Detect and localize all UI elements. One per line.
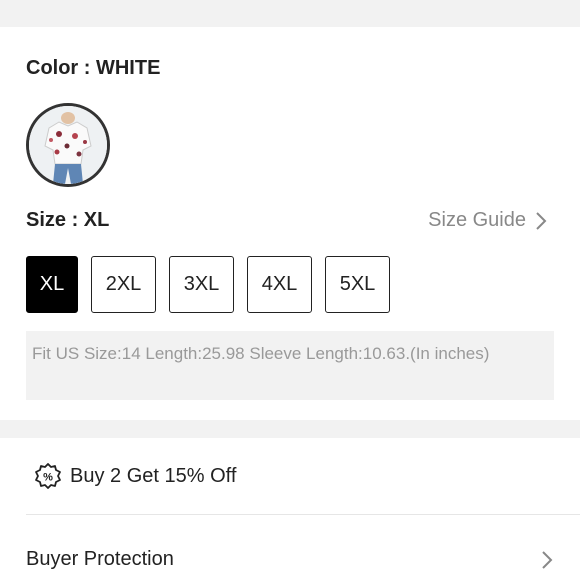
buyer-protection-label: Buyer Protection	[26, 548, 174, 570]
promo-row[interactable]: % Buy 2 Get 15% Off	[34, 462, 236, 490]
size-title: Size : XL	[26, 209, 110, 231]
floral-blouse-thumbnail	[29, 106, 107, 184]
color-swatch-white[interactable]	[26, 103, 110, 187]
size-option-xl[interactable]: XL	[26, 256, 78, 313]
size-guide-label: Size Guide	[428, 209, 526, 231]
svg-text:%: %	[43, 472, 53, 484]
size-guide-link[interactable]: Size Guide	[428, 209, 548, 232]
promo-label: Buy 2 Get 15% Off	[70, 464, 237, 487]
fit-info: Fit US Size:14 Length:25.98 Sleeve Lengt…	[26, 331, 554, 400]
size-option-3xl[interactable]: 3XL	[169, 256, 234, 313]
divider	[26, 514, 580, 515]
color-title: Color : WHITE	[26, 57, 161, 79]
product-options-panel: Color : WHITE Size : XL Size Guide XL 2X…	[0, 0, 580, 580]
size-option-2xl[interactable]: 2XL	[91, 256, 156, 313]
section-gap	[0, 420, 580, 438]
chevron-right-icon	[542, 550, 553, 569]
percent-badge-icon: %	[35, 463, 61, 489]
buyer-protection-row[interactable]: Buyer Protection	[26, 548, 554, 571]
section-gap	[0, 0, 580, 27]
size-option-5xl[interactable]: 5XL	[325, 256, 390, 313]
chevron-right-icon	[536, 211, 547, 230]
size-options: XL 2XL 3XL 4XL 5XL	[26, 256, 390, 313]
size-option-4xl[interactable]: 4XL	[247, 256, 312, 313]
